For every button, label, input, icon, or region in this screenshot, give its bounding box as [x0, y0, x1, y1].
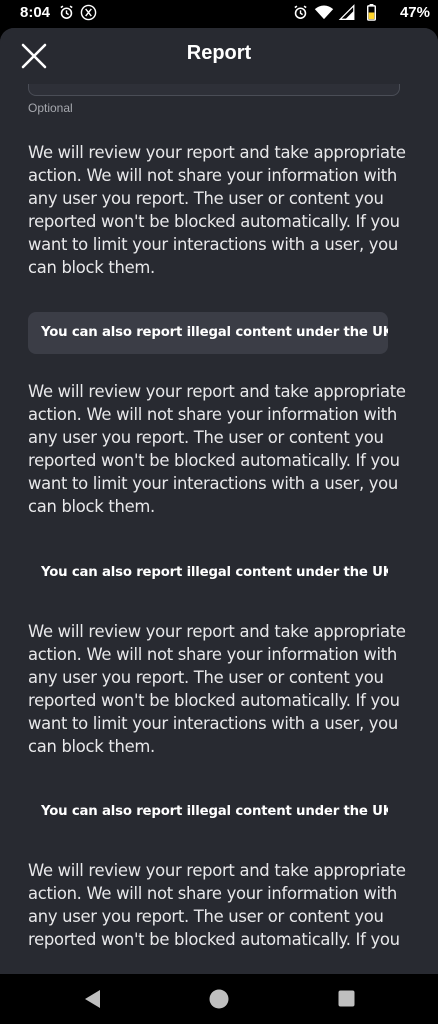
- alarm-icon: [292, 4, 309, 25]
- system-nav-bar: [0, 974, 438, 1024]
- report-sheet: Report Optional We will review your repo…: [0, 28, 438, 974]
- details-input[interactable]: [28, 84, 400, 96]
- optional-label: Optional: [28, 101, 73, 115]
- status-time: 8:04: [20, 4, 51, 21]
- home-icon[interactable]: [208, 988, 230, 1014]
- uk-illegal-content-button[interactable]: You can also report illegal content unde…: [28, 791, 388, 833]
- wifi-icon: [314, 4, 334, 25]
- back-icon[interactable]: [82, 988, 102, 1014]
- status-bar: 8:04 47%: [0, 0, 438, 26]
- battery-icon: [366, 4, 377, 25]
- page-title: Report: [186, 42, 252, 64]
- info-text: We will review your report and take appr…: [28, 622, 406, 756]
- x-app-icon: [80, 4, 97, 25]
- uk-illegal-content-button[interactable]: You can also report illegal content unde…: [28, 312, 388, 354]
- signal-icon: [338, 4, 356, 25]
- info-text: We will review your report and take appr…: [28, 382, 406, 516]
- info-text: We will review your report and take appr…: [28, 861, 406, 949]
- battery-percent: 47%: [399, 4, 430, 21]
- uk-illegal-content-button[interactable]: You can also report illegal content unde…: [28, 552, 388, 594]
- sheet-header: Report: [0, 28, 438, 84]
- alarm-icon: [58, 4, 75, 25]
- info-text: We will review your report and take appr…: [28, 143, 406, 277]
- report-content[interactable]: Optional We will review your report and …: [0, 84, 438, 974]
- recents-icon[interactable]: [337, 988, 357, 1014]
